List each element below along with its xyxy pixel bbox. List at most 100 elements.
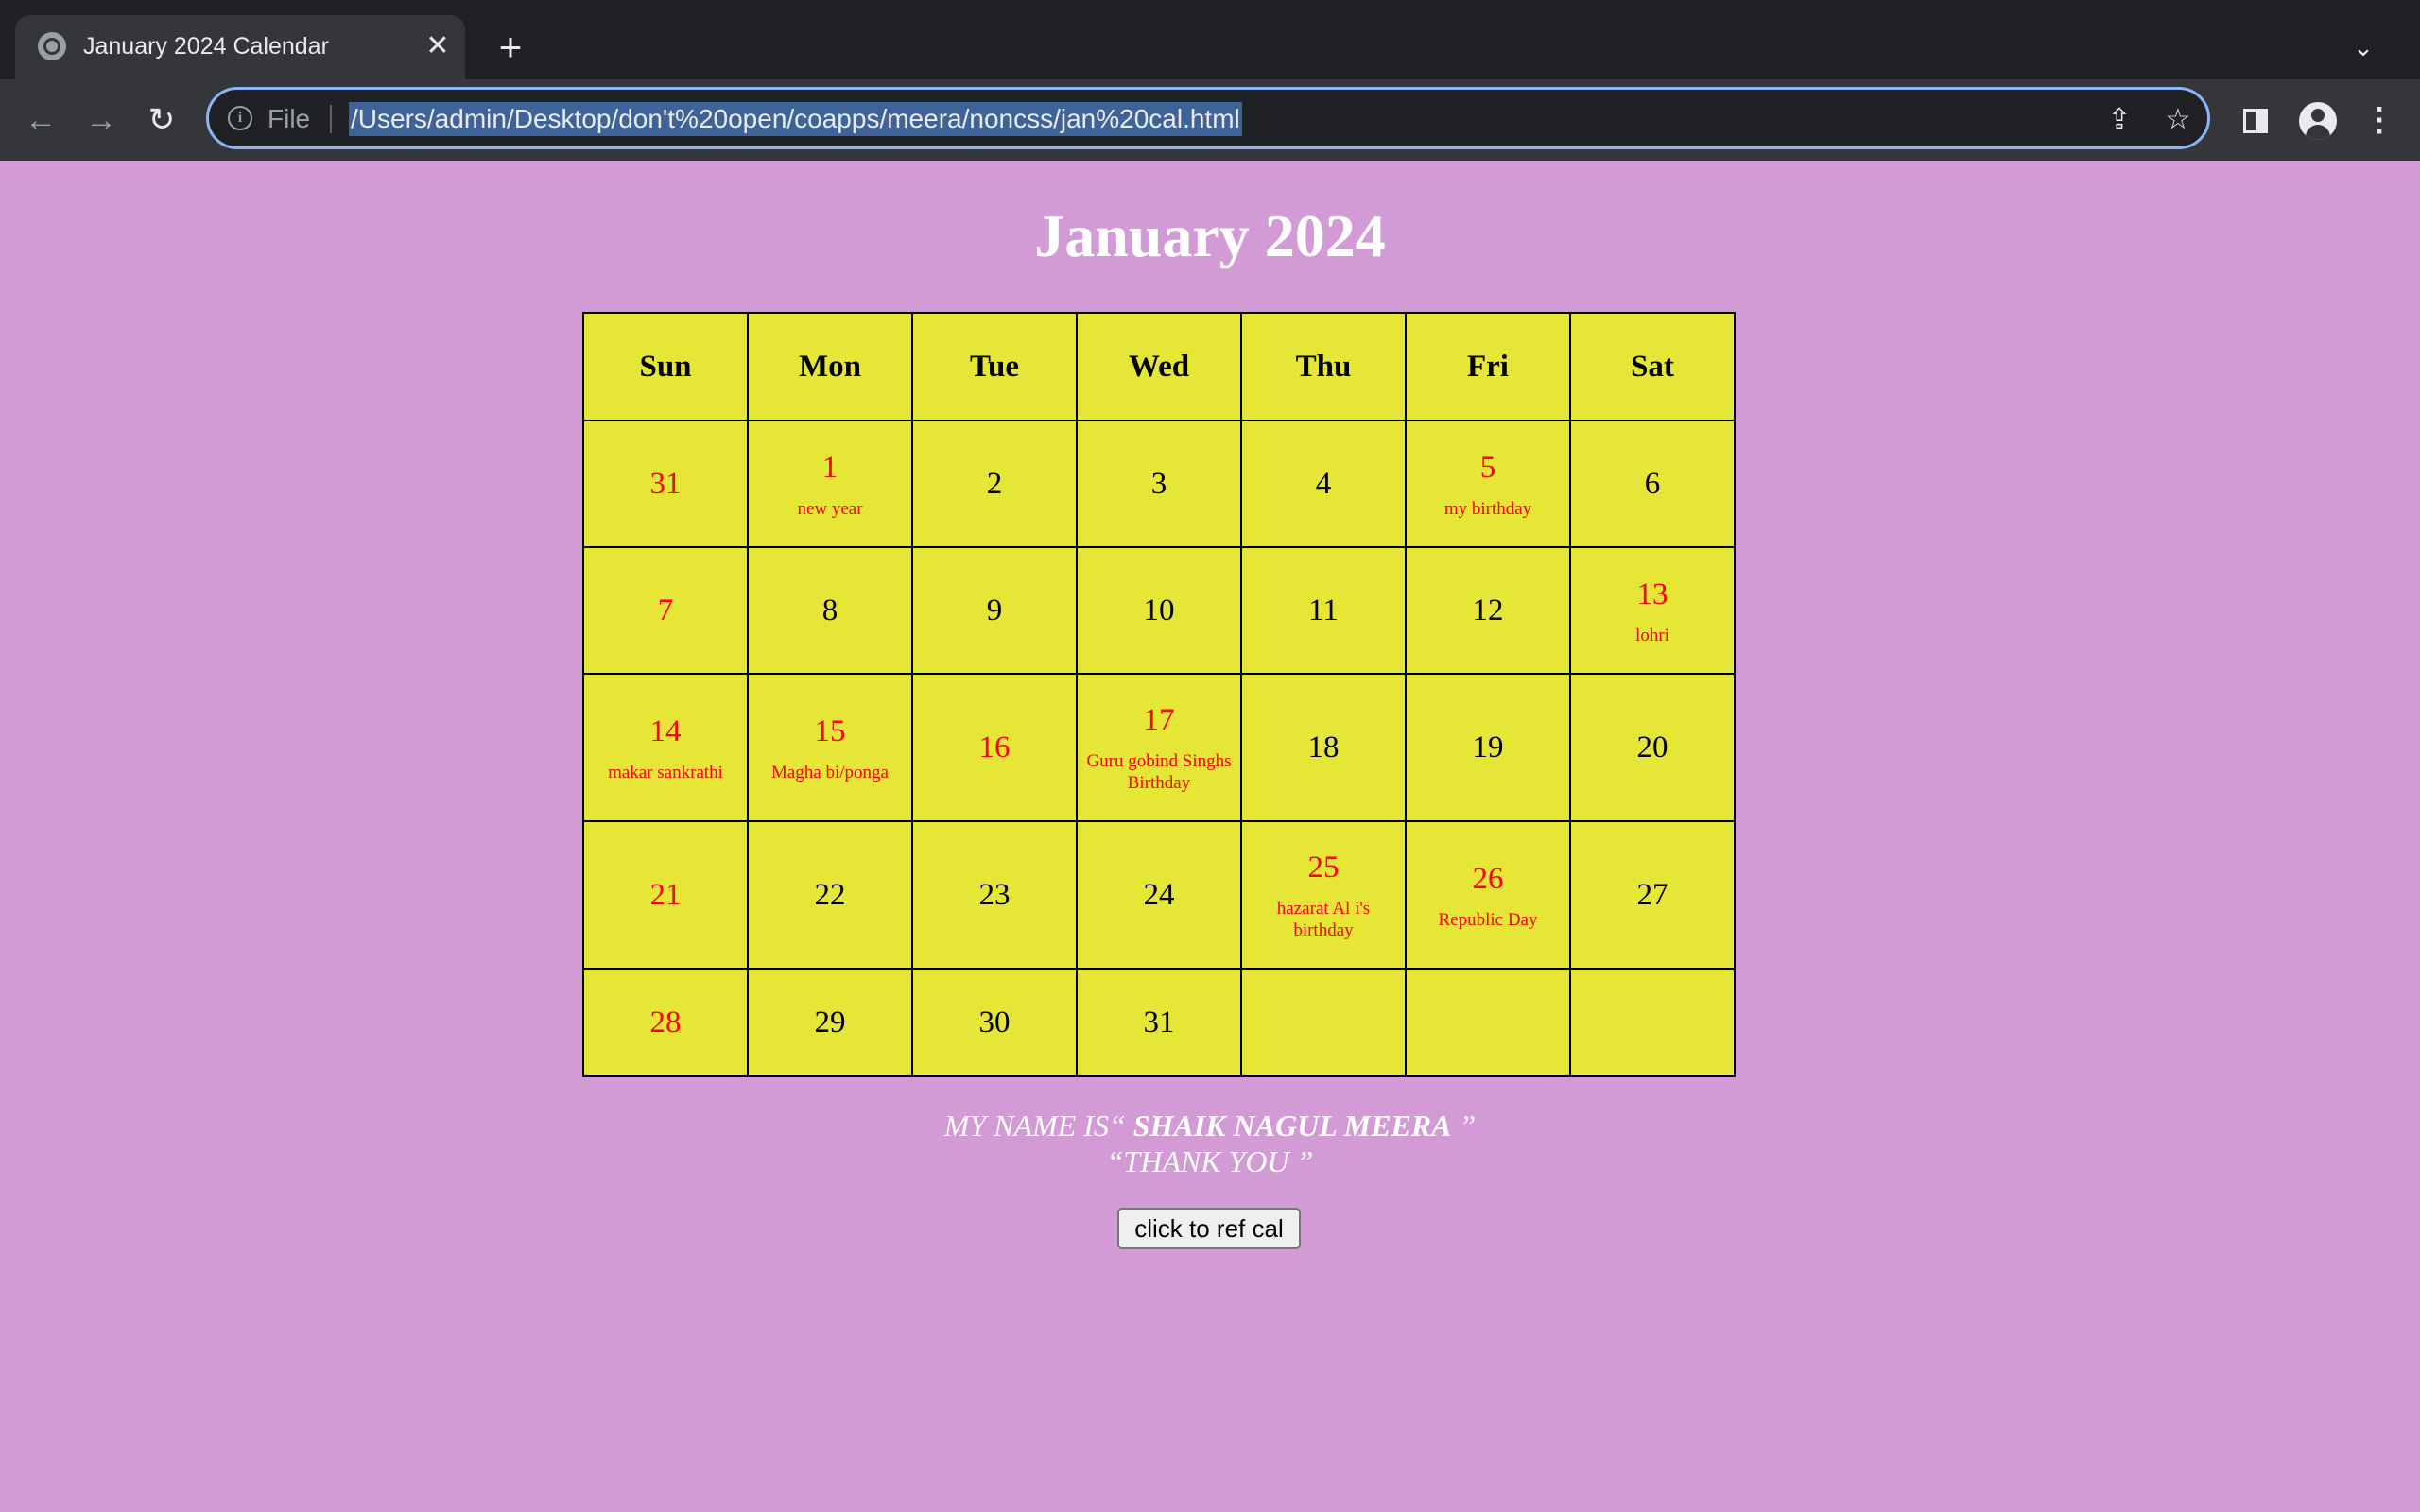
weekday-header-row: Sun Mon Tue Wed Thu Fri Sat [582, 312, 1736, 421]
calendar-day-cell: 27 [1569, 820, 1736, 970]
tab-title: January 2024 Calendar [83, 33, 329, 60]
day-number: 12 [1472, 593, 1504, 627]
calendar-day-cell: 3 [1076, 420, 1242, 548]
day-number: 8 [821, 593, 838, 627]
menu-kebab-icon[interactable]: ⋮ [2358, 98, 2401, 142]
day-number: 19 [1472, 730, 1504, 765]
day-number: 22 [814, 878, 846, 912]
day-number: 16 [978, 730, 1011, 765]
day-number: 7 [657, 593, 674, 627]
star-icon[interactable]: ☆ [2160, 102, 2196, 138]
day-number: 5 [1479, 450, 1496, 485]
calendar-day-cell: 22 [747, 820, 913, 970]
forward-arrow-icon[interactable]: → [79, 98, 123, 142]
calendar-day-cell: 10 [1076, 546, 1242, 675]
day-number: 30 [978, 1005, 1011, 1040]
day-number: 31 [649, 467, 682, 501]
page-content: January 2024 Sun Mon Tue Wed Thu Fri Sat 31 1 ne… [0, 161, 2420, 1512]
info-icon[interactable]: i [228, 106, 252, 130]
day-number: 6 [1644, 467, 1661, 501]
day-number: 11 [1308, 593, 1339, 627]
day-number: 31 [1143, 1005, 1175, 1040]
day-number: 14 [649, 713, 682, 748]
day-number: 15 [814, 713, 846, 748]
day-number: 26 [1472, 861, 1504, 896]
day-number: 1 [821, 450, 838, 485]
browser-tab[interactable]: January 2024 Calendar ✕ [15, 15, 465, 79]
tab-strip: January 2024 Calendar ✕ + ⌄ [0, 0, 2420, 79]
new-tab-icon[interactable]: + [492, 27, 529, 67]
calendar-day-cell: 14 makar sankrathi [582, 673, 749, 822]
thank-you-line: “THANK YOU ” [1106, 1144, 1314, 1178]
calendar-day-cell [1240, 968, 1407, 1077]
calendar-day-cell: 19 [1405, 673, 1571, 822]
calendar-day-cell: 12 [1405, 546, 1571, 675]
day-number: 27 [1636, 878, 1668, 912]
calendar-week-row: 14 makar sankrathi 15 Magha bi/ponga 16 17 Gur… [582, 673, 1736, 822]
calendar-day-cell: 18 [1240, 673, 1407, 822]
calendar-day-cell: 13 lohri [1569, 546, 1736, 675]
address-bar[interactable]: i File /Users/admin/Desktop/don't%20open… [206, 87, 2210, 149]
calendar-week-row: 28 29 30 31 [582, 968, 1736, 1077]
calendar-day-cell: 21 [582, 820, 749, 970]
calendar-week-row: 21 22 23 24 25 hazarat Al i's birthday 26 Repub… [582, 820, 1736, 970]
calendar-day-cell: 11 [1240, 546, 1407, 675]
calendar-day-cell: 5 my birthday [1405, 420, 1571, 548]
day-number: 20 [1636, 730, 1668, 765]
weekday-header: Sun [582, 312, 749, 421]
ref-cal-button[interactable]: click to ref cal [1117, 1208, 1301, 1249]
calendar-day-cell: 1 new year [747, 420, 913, 548]
weekday-header: Wed [1076, 312, 1242, 421]
calendar-day-cell: 25 hazarat Al i's birthday [1240, 820, 1407, 970]
url-text[interactable]: /Users/admin/Desktop/don't%20open/coapps… [349, 102, 1242, 136]
weekday-header: Tue [911, 312, 1078, 421]
browser-toolbar: ← → ↻ i File /Users/admin/Desktop/don't%… [0, 79, 2420, 162]
day-note: hazarat Al i's birthday [1276, 899, 1371, 940]
day-note: lohri [1635, 625, 1669, 645]
author-name: SHAIK NAGUL MEERA [1132, 1108, 1452, 1143]
calendar-day-cell: 20 [1569, 673, 1736, 822]
calendar-week-row: 7 8 9 10 11 12 13 lohri [582, 546, 1736, 675]
calendar-day-cell: 26 Republic Day [1405, 820, 1571, 970]
close-icon[interactable]: ✕ [422, 30, 454, 62]
back-arrow-icon[interactable]: ← [19, 98, 62, 142]
weekday-header: Fri [1405, 312, 1571, 421]
side-panel-icon[interactable] [2243, 109, 2268, 133]
calendar-day-cell: 8 [747, 546, 913, 675]
day-number: 3 [1150, 467, 1167, 501]
day-number: 10 [1143, 593, 1175, 627]
profile-avatar-icon[interactable] [2299, 102, 2337, 140]
calendar-day-cell: 17 Guru gobind Singhs Birthday [1076, 673, 1242, 822]
day-number: 9 [986, 593, 1003, 627]
day-note: makar sankrathi [608, 762, 723, 782]
calendar-day-cell: 7 [582, 546, 749, 675]
calendar-day-cell: 23 [911, 820, 1078, 970]
calendar-day-cell: 6 [1569, 420, 1736, 548]
day-number: 24 [1143, 878, 1175, 912]
weekday-header: Mon [747, 312, 913, 421]
calendar-day-cell: 2 [911, 420, 1078, 548]
weekday-header: Sat [1569, 312, 1736, 421]
calendar-day-cell [1569, 968, 1736, 1077]
name-prefix: MY NAME IS“ [943, 1108, 1133, 1143]
calendar-week-row: 31 1 new year 2 3 4 5 my birthday 6 [582, 420, 1736, 548]
day-number: 23 [978, 878, 1011, 912]
share-icon[interactable]: ⇪ [2101, 102, 2137, 138]
globe-icon [38, 32, 66, 60]
day-number: 28 [649, 1005, 682, 1040]
calendar-day-cell: 4 [1240, 420, 1407, 548]
reload-icon[interactable]: ↻ [140, 98, 183, 142]
weekday-header: Thu [1240, 312, 1407, 421]
file-scheme-label: File [268, 104, 311, 133]
calendar-day-cell: 30 [911, 968, 1078, 1077]
day-number: 13 [1636, 576, 1668, 611]
day-note: my birthday [1443, 498, 1532, 519]
day-number: 21 [649, 878, 682, 912]
day-note: Republic Day [1438, 909, 1538, 930]
day-number: 2 [986, 467, 1003, 501]
divider [330, 105, 332, 133]
day-note: Guru gobind Singhs Birthday [1086, 751, 1232, 793]
calendar-day-cell: 31 [1076, 968, 1242, 1077]
chevron-down-icon[interactable]: ⌄ [2344, 28, 2382, 66]
name-suffix: ” [1451, 1108, 1477, 1143]
